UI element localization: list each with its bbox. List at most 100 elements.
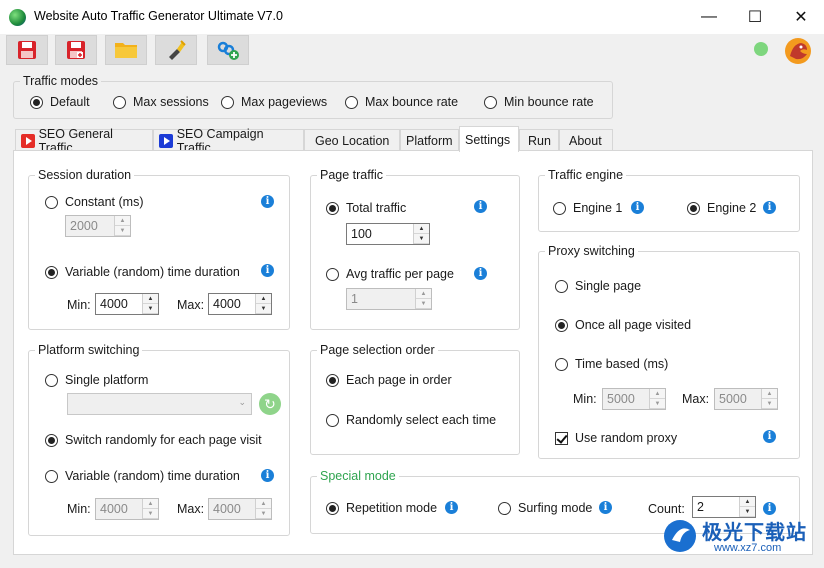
page-random-radio[interactable]: Randomly select each time (326, 413, 496, 427)
info-icon[interactable]: i (599, 501, 612, 514)
session-max-spinner[interactable]: 4000 ▲ ▼ (208, 293, 272, 315)
radio-dot (484, 95, 497, 109)
save-as-button[interactable] (55, 35, 97, 65)
tab-label: Run (528, 133, 551, 148)
radio-dot (113, 95, 126, 109)
spinner-down-icon[interactable]: ▼ (143, 509, 158, 519)
mode-min-bounce-radio[interactable]: Min bounce rate (484, 95, 594, 109)
spinner-up-icon[interactable]: ▲ (256, 294, 271, 304)
open-folder-button[interactable] (105, 35, 147, 65)
tab-seo-campaign[interactable]: SEO Campaign Traffic (153, 127, 304, 155)
spinner-value: 5000 (607, 392, 635, 406)
tab-seo-general[interactable]: SEO General Traffic (15, 127, 153, 155)
tab-label: Settings (465, 132, 511, 147)
spinner-down-icon[interactable]: ▼ (115, 226, 130, 236)
spinner-up-icon[interactable]: ▲ (740, 497, 755, 507)
checkbox-box (555, 431, 568, 445)
spinner-up-icon[interactable]: ▲ (143, 499, 158, 509)
info-icon[interactable]: i (474, 200, 487, 213)
spinner-down-icon[interactable]: ▼ (650, 399, 665, 409)
spinner-up-icon[interactable]: ▲ (256, 499, 271, 509)
platform-dropdown[interactable]: ⌄ (67, 393, 252, 415)
mode-default-radio[interactable]: Default (30, 95, 90, 109)
surfing-mode-radio[interactable]: Surfing mode (498, 501, 592, 515)
info-icon[interactable]: i (763, 201, 776, 214)
proxy-min-spinner[interactable]: 5000 ▲ ▼ (602, 388, 666, 410)
total-traffic-radio[interactable]: Total traffic (326, 201, 406, 215)
info-icon[interactable]: i (261, 469, 274, 482)
info-icon[interactable]: i (763, 430, 776, 443)
surfing-mode-label: Surfing mode (518, 501, 593, 515)
mode-max-bounce-radio[interactable]: Max bounce rate (345, 95, 458, 109)
session-min-spinner[interactable]: 4000 ▲ ▼ (95, 293, 159, 315)
spinner-up-icon[interactable]: ▲ (143, 294, 158, 304)
info-icon[interactable]: i (261, 195, 274, 208)
avg-traffic-radio[interactable]: Avg traffic per page (326, 267, 454, 281)
radio-dot (326, 373, 339, 387)
tab-geo-location[interactable]: Geo Location (304, 129, 400, 151)
repetition-mode-radio[interactable]: Repetition mode (326, 501, 437, 515)
spinner-value: 5000 (719, 392, 747, 406)
mode-max-sessions-radio[interactable]: Max sessions (113, 95, 209, 109)
info-icon[interactable]: i (445, 501, 458, 514)
tab-label: Platform (406, 133, 453, 148)
proxy-once-all-radio[interactable]: Once all page visited (555, 318, 691, 332)
refresh-icon[interactable]: ↻ (259, 393, 281, 415)
radio-dot (45, 195, 58, 209)
spinner-up-icon[interactable]: ▲ (416, 289, 431, 299)
tab-about[interactable]: About (559, 129, 613, 151)
spinner-down-icon[interactable]: ▼ (762, 399, 777, 409)
page-in-order-radio[interactable]: Each page in order (326, 373, 452, 387)
info-icon[interactable]: i (474, 267, 487, 280)
radio-dot (326, 413, 339, 427)
platform-min-spinner[interactable]: 4000 ▲ ▼ (95, 498, 159, 520)
spinner-up-icon[interactable]: ▲ (650, 389, 665, 399)
add-link-button[interactable] (207, 35, 249, 65)
radio-dot (45, 373, 58, 387)
platform-variable-radio[interactable]: Variable (random) time duration (45, 469, 240, 483)
spinner-up-icon[interactable]: ▲ (762, 389, 777, 399)
avg-traffic-spinner[interactable]: 1 ▲ ▼ (346, 288, 432, 310)
maximize-button[interactable]: ☐ (732, 0, 778, 34)
spinner-down-icon[interactable]: ▼ (143, 304, 158, 314)
proxy-time-based-label: Time based (ms) (575, 357, 669, 371)
spinner-down-icon[interactable]: ▼ (416, 299, 431, 309)
spinner-down-icon[interactable]: ▼ (256, 509, 271, 519)
tab-label: Geo Location (315, 133, 390, 148)
info-icon[interactable]: i (631, 201, 644, 214)
save-button[interactable] (6, 35, 48, 65)
engine-2-radio[interactable]: Engine 2 (687, 201, 756, 215)
flashlight-button[interactable] (155, 35, 197, 65)
info-icon[interactable]: i (261, 264, 274, 277)
session-constant-radio[interactable]: Constant (ms) (45, 195, 144, 209)
spinner-up-icon[interactable]: ▲ (115, 216, 130, 226)
tab-settings[interactable]: Settings (459, 126, 519, 152)
spinner-down-icon[interactable]: ▼ (256, 304, 271, 314)
minimize-button[interactable]: — (686, 0, 732, 34)
page-in-order-label: Each page in order (346, 373, 452, 387)
watermark-logo-icon (664, 520, 696, 552)
close-button[interactable]: ✕ (778, 0, 824, 34)
proxy-time-based-radio[interactable]: Time based (ms) (555, 357, 668, 371)
youtube-icon (21, 133, 35, 148)
platform-max-spinner[interactable]: 4000 ▲ ▼ (208, 498, 272, 520)
engine-1-radio[interactable]: Engine 1 (553, 201, 622, 215)
proxy-max-spinner[interactable]: 5000 ▲ ▼ (714, 388, 778, 410)
total-traffic-spinner[interactable]: 100 ▲ ▼ (346, 223, 430, 245)
platform-single-radio[interactable]: Single platform (45, 373, 148, 387)
use-random-proxy-checkbox[interactable]: Use random proxy (555, 431, 677, 445)
spinner-down-icon[interactable]: ▼ (414, 234, 429, 244)
page-selection-group: Page selection order (310, 343, 520, 455)
spinner-up-icon[interactable]: ▲ (414, 224, 429, 234)
radio-dot (345, 95, 358, 109)
proxy-single-radio[interactable]: Single page (555, 279, 641, 293)
session-variable-radio[interactable]: Variable (random) time duration (45, 265, 240, 279)
session-constant-spinner[interactable]: 2000 ▲ ▼ (65, 215, 131, 237)
proxy-min-label: Min: (573, 392, 597, 406)
tab-run[interactable]: Run (519, 129, 559, 151)
flashlight-icon (169, 40, 186, 60)
mode-max-pageviews-label: Max pageviews (241, 95, 328, 109)
mode-max-pageviews-radio[interactable]: Max pageviews (221, 95, 327, 109)
tab-platform[interactable]: Platform (400, 129, 459, 151)
platform-switch-random-radio[interactable]: Switch randomly for each page visit (45, 433, 262, 447)
